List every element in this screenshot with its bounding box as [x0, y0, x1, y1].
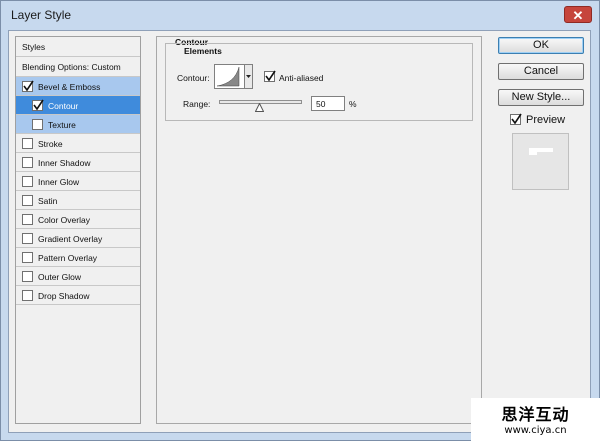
range-slider-thumb[interactable]: [254, 99, 265, 117]
contour-label: Contour:: [177, 73, 210, 83]
style-item-contour[interactable]: Contour: [16, 96, 140, 115]
style-item-stroke[interactable]: Stroke: [16, 134, 140, 153]
styles-list: Styles Blending Options: Custom Bevel & …: [15, 36, 141, 424]
style-checkbox[interactable]: [22, 233, 33, 244]
preview-label: Preview: [526, 114, 566, 126]
style-item-gradient-overlay[interactable]: Gradient Overlay: [16, 229, 140, 248]
style-checkbox[interactable]: [32, 119, 43, 130]
style-item-texture[interactable]: Texture: [16, 115, 140, 134]
style-checkbox[interactable]: [22, 290, 33, 301]
range-input[interactable]: 50: [311, 96, 345, 111]
style-checkbox[interactable]: [22, 80, 34, 92]
style-item-label: Texture: [48, 120, 76, 130]
watermark-title: 思洋互动: [501, 405, 570, 424]
contour-picker[interactable]: [214, 64, 245, 89]
checkmark-icon: [265, 70, 276, 82]
style-checkbox[interactable]: [22, 252, 33, 263]
ok-button[interactable]: OK: [498, 37, 584, 54]
slider-thumb-icon: [254, 102, 265, 112]
style-item-satin[interactable]: Satin: [16, 191, 140, 210]
anti-aliased-checkbox[interactable]: [264, 70, 276, 82]
anti-aliased-label: Anti-aliased: [279, 73, 324, 83]
style-item-outer-glow[interactable]: Outer Glow: [16, 267, 140, 286]
style-item-label: Satin: [38, 196, 58, 206]
window-title: Layer Style: [11, 8, 72, 22]
style-item-inner-glow[interactable]: Inner Glow: [16, 172, 140, 191]
checkmark-icon: [33, 99, 44, 111]
chevron-down-icon: [246, 75, 251, 78]
blending-options-label: Blending Options: Custom: [22, 62, 121, 72]
style-item-label: Contour: [48, 101, 79, 111]
style-item-inner-shadow[interactable]: Inner Shadow: [16, 153, 140, 172]
preview-swatch-icon: [529, 148, 553, 155]
preview-thumbnail: [512, 133, 569, 190]
style-checkbox[interactable]: [32, 99, 44, 111]
style-item-label: Bevel & Emboss: [38, 82, 101, 92]
style-item-label: Pattern Overlay: [38, 253, 98, 263]
style-checkbox[interactable]: [22, 214, 33, 225]
close-icon: ✕: [572, 8, 584, 23]
contour-curve-icon: [216, 66, 240, 87]
title-bar[interactable]: [0, 0, 598, 29]
style-checkbox[interactable]: [22, 195, 33, 206]
group-title: Elements: [181, 46, 225, 56]
style-item-label: Color Overlay: [38, 215, 90, 225]
style-item-label: Drop Shadow: [38, 291, 90, 301]
style-item-label: Stroke: [38, 139, 63, 149]
watermark: 思洋互动 www.ciya.cn: [471, 398, 600, 441]
style-checkbox[interactable]: [22, 176, 33, 187]
watermark-url: www.ciya.cn: [504, 425, 567, 436]
style-item-label: Inner Shadow: [38, 158, 91, 168]
styles-header[interactable]: Styles: [16, 37, 140, 57]
style-item-label: Outer Glow: [38, 272, 81, 282]
cancel-button[interactable]: Cancel: [498, 63, 584, 80]
style-item-bevel-emboss[interactable]: Bevel & Emboss: [16, 77, 140, 96]
style-item-drop-shadow[interactable]: Drop Shadow: [16, 286, 140, 305]
range-label: Range:: [183, 99, 211, 109]
range-unit: %: [349, 99, 357, 109]
close-button[interactable]: ✕: [564, 6, 592, 23]
contour-dropdown-button[interactable]: [245, 64, 253, 89]
style-checkbox[interactable]: [22, 157, 33, 168]
style-checkbox[interactable]: [22, 271, 33, 282]
blending-options-item[interactable]: Blending Options: Custom: [16, 57, 140, 77]
style-checkbox[interactable]: [22, 138, 33, 149]
new-style-button[interactable]: New Style...: [498, 89, 584, 106]
style-item-color-overlay[interactable]: Color Overlay: [16, 210, 140, 229]
checkmark-icon: [511, 113, 522, 125]
style-item-pattern-overlay[interactable]: Pattern Overlay: [16, 248, 140, 267]
styles-header-label: Styles: [22, 42, 46, 52]
preview-checkbox[interactable]: [510, 113, 522, 125]
style-item-label: Inner Glow: [38, 177, 80, 187]
checkmark-icon: [23, 80, 34, 92]
style-item-label: Gradient Overlay: [38, 234, 103, 244]
